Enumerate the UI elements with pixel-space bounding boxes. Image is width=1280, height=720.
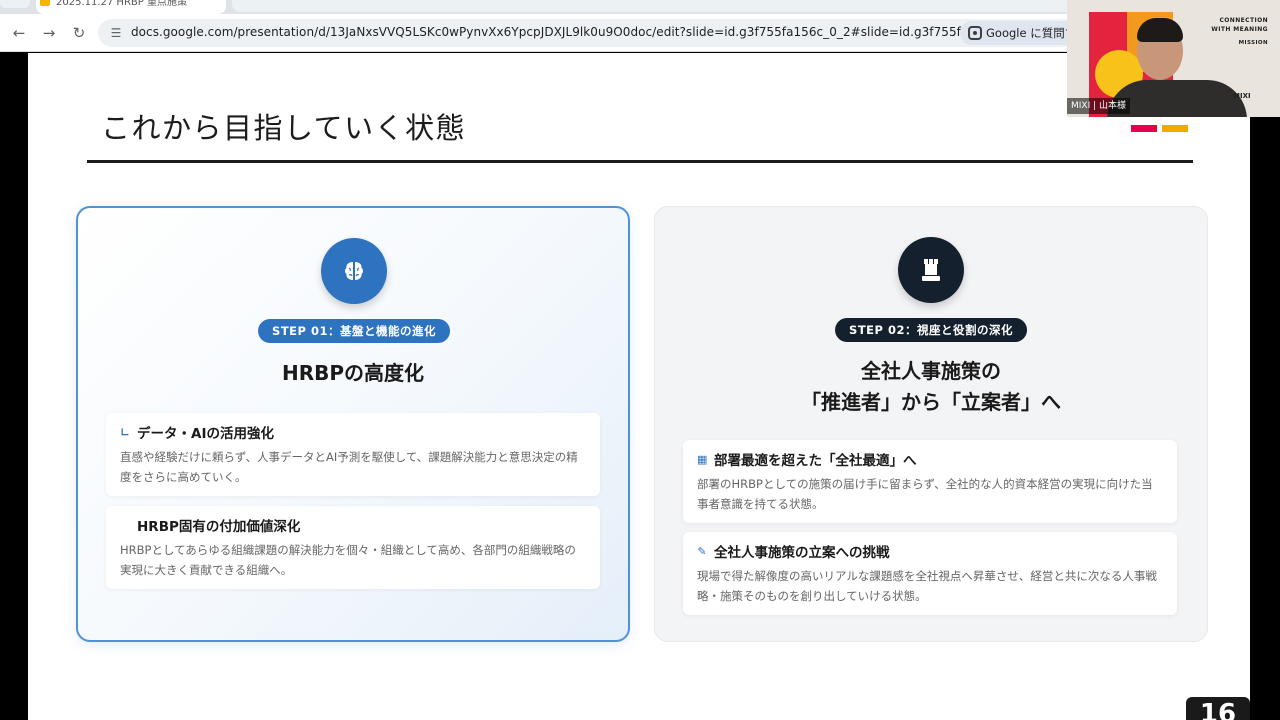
video-tile[interactable]: CONNECTION WITH MEANING MISSION MIXI MIX…	[1067, 0, 1280, 117]
participant-hair	[1137, 18, 1183, 42]
heading-line-2: 「推進者」から「立案者」へ	[801, 390, 1061, 414]
step-01-heading: HRBPの高度化	[281, 361, 425, 385]
address-bar[interactable]: ☰ docs.google.com/presentation/d/13JaNxs…	[98, 19, 1098, 47]
list-item-company-optimum: ▦ 部署最適を超えた「全社最適」へ 部署のHRBPとしての施策の届け手に留まらず…	[683, 440, 1177, 523]
site-settings-icon[interactable]: ☰	[108, 25, 124, 41]
brain-icon	[321, 238, 387, 304]
reload-icon[interactable]: ↻	[66, 20, 92, 46]
step-02-heading: 全社人事施策の 「推進者」から「立案者」へ	[655, 356, 1207, 418]
item-description: HRBPとしてあらゆる組織課題の解決能力を個々・組織として高め、各部門の組織戦略…	[120, 543, 576, 577]
item-title: 部署最適を超えた「全社最適」へ	[714, 453, 917, 469]
chess-piece-icon	[898, 237, 964, 303]
item-title: HRBP固有の付加価値深化	[137, 519, 301, 535]
participant-name-label: MIXI | 山本様	[1067, 98, 1130, 114]
page-number: 16	[1186, 697, 1250, 720]
heading-line-1: 全社人事施策の	[861, 359, 1001, 383]
list-item-planning-challenge: ✎ 全社人事施策の立案への挑戦 現場で得た解像度の高いリアルな課題感を全社視点へ…	[683, 532, 1177, 615]
step-02-badge: STEP 02：視座と役割の深化	[835, 318, 1027, 342]
slides-favicon-icon	[40, 0, 50, 6]
list-item-data-ai: ∟ データ・AIの活用強化 直感や経験だけに頼らず、人事データとAI予測を駆使し…	[106, 413, 600, 496]
step-02-card: STEP 02：視座と役割の深化 全社人事施策の 「推進者」から「立案者」へ ▦…	[654, 206, 1208, 642]
tab-title: 2025.11.27 HRBP 重点施策	[56, 0, 187, 8]
chart-icon: ∟	[120, 425, 130, 439]
banner-mission: MISSION	[1238, 40, 1268, 46]
brand-bar-red	[1131, 125, 1157, 132]
google-lens-button[interactable]: Google に質問す	[960, 21, 1085, 45]
tab-inactive[interactable]	[0, 0, 30, 8]
item-title: データ・AIの活用強化	[137, 426, 274, 442]
brand-bar-yellow	[1162, 125, 1188, 132]
presentation-slide: これから目指していく状態 STEP 01：基盤と機能の進化 HRBPの高度化 ∟…	[28, 53, 1250, 720]
google-lens-icon	[968, 26, 982, 40]
url-text[interactable]: docs.google.com/presentation/d/13JaNxsVV…	[131, 25, 1025, 39]
forward-icon[interactable]: →	[36, 20, 62, 46]
tab-inactive-2[interactable]	[232, 0, 1072, 12]
lens-label: Google に質問す	[986, 26, 1077, 40]
edit-icon: ✎	[697, 544, 707, 558]
step-01-badge: STEP 01：基盤と機能の進化	[258, 319, 450, 343]
building-icon: ▦	[697, 452, 708, 466]
tab-active[interactable]: 2025.11.27 HRBP 重点施策	[36, 0, 226, 14]
banner-text: CONNECTION WITH MEANING	[1211, 17, 1268, 33]
item-description: 現場で得た解像度の高いリアルな課題感を全社視点へ昇華させ、経営と共に次なる人事戦…	[697, 569, 1157, 603]
item-description: 直感や経験だけに頼らず、人事データとAI予測を駆使して、課題解決能力と意思決定の…	[120, 450, 578, 484]
list-item-hrbp-value: HRBP固有の付加価値深化 HRBPとしてあらゆる組織課題の解決能力を個々・組織…	[106, 506, 600, 589]
item-description: 部署のHRBPとしての施策の届け手に留まらず、全社的な人的資本経営の実現に向けた…	[697, 477, 1153, 511]
item-title: 全社人事施策の立案への挑戦	[714, 545, 890, 561]
page-title: これから目指していく状態	[101, 111, 467, 145]
back-icon[interactable]: ←	[6, 20, 32, 46]
title-divider	[87, 160, 1193, 163]
step-01-card: STEP 01：基盤と機能の進化 HRBPの高度化 ∟ データ・AIの活用強化 …	[76, 206, 630, 642]
mixi-logo: MIXI	[1233, 92, 1251, 100]
